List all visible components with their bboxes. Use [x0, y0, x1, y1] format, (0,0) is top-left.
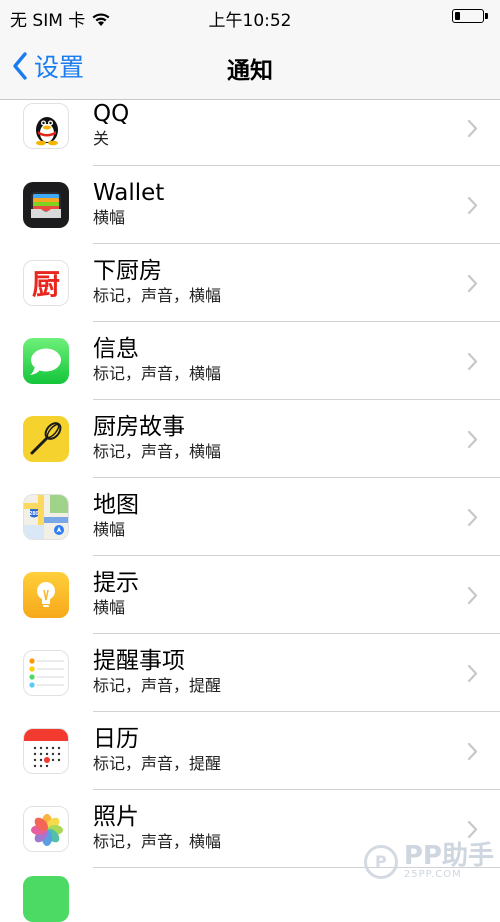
reminders-icon	[23, 650, 69, 696]
list-item-xiachufang[interactable]: 厨 下厨房 标记，声音，横幅	[0, 244, 500, 322]
notification-summary: 标记，声音，横幅	[93, 442, 222, 461]
wallet-icon	[23, 182, 69, 228]
app-name: 照片	[93, 804, 139, 830]
list-item-wallet[interactable]: Wallet 横幅	[0, 166, 500, 244]
watermark: P PP助手 25PP.COM	[363, 841, 494, 880]
notification-summary: 标记，声音，横幅	[93, 286, 222, 305]
status-time: 上午10:52	[208, 11, 292, 31]
chevron-right-icon	[467, 508, 478, 527]
notification-summary: 横幅	[93, 520, 126, 539]
list-item-messages[interactable]: 信息 标记，声音，横幅	[0, 322, 500, 400]
qq-icon	[23, 103, 69, 149]
battery-icon	[452, 9, 488, 23]
list-item-tips[interactable]: 提示 横幅	[0, 556, 500, 634]
messages-icon	[23, 338, 69, 384]
notification-summary: 标记，声音，提醒	[93, 676, 222, 695]
kitchen-stories-icon	[23, 416, 69, 462]
app-name: 提醒事项	[93, 648, 185, 674]
xiachufang-logo-glyph: 厨	[31, 268, 60, 301]
photos-icon	[23, 806, 69, 852]
chevron-right-icon	[467, 119, 478, 138]
app-name: 地图	[93, 492, 139, 518]
chevron-right-icon	[467, 820, 478, 839]
pp-logo-icon: P	[363, 844, 398, 879]
navigation-bar: 设置 通知	[0, 34, 500, 100]
notification-summary: 横幅	[93, 598, 126, 617]
notification-summary: 关	[93, 129, 110, 148]
chevron-right-icon	[467, 352, 478, 371]
notification-summary: 标记，声音，横幅	[93, 364, 222, 383]
chevron-right-icon	[467, 742, 478, 761]
chevron-right-icon	[467, 664, 478, 683]
app-name: Wallet	[93, 180, 165, 206]
chevron-right-icon	[467, 196, 478, 215]
list-item-reminders[interactable]: 提醒事项 标记，声音，提醒	[0, 634, 500, 712]
app-name: 下厨房	[93, 258, 162, 284]
notification-summary: 横幅	[93, 208, 126, 227]
chevron-right-icon	[467, 274, 478, 293]
app-icon-partial	[23, 876, 69, 922]
list-item-kitchen-stories[interactable]: 厨房故事 标记，声音，横幅	[0, 400, 500, 478]
status-bar: 无 SIM 卡 上午10:52	[0, 0, 500, 34]
app-name: 厨房故事	[93, 414, 185, 440]
notification-summary: 标记，声音，横幅	[93, 832, 222, 851]
app-name: QQ	[93, 101, 130, 127]
page-title: 通知	[227, 58, 273, 84]
app-name: 日历	[93, 726, 139, 752]
list-item-calendar[interactable]: 日历 标记，声音，提醒	[0, 712, 500, 790]
notification-summary: 标记，声音，提醒	[93, 754, 222, 773]
maps-route-glyph: 280	[29, 511, 38, 517]
chevron-right-icon	[467, 430, 478, 449]
calendar-icon	[23, 728, 69, 774]
xiachufang-icon: 厨	[23, 260, 69, 306]
app-notification-list: QQ 关 Wallet 横幅 厨 下厨房 标记，声音，横幅 信息 标记，声音，横…	[0, 100, 500, 922]
list-item-maps[interactable]: 280 地图 横幅	[0, 478, 500, 556]
app-name: 信息	[93, 336, 139, 362]
list-item-qq[interactable]: QQ 关	[0, 100, 500, 166]
app-name: 提示	[93, 570, 139, 596]
maps-icon: 280	[23, 494, 69, 540]
chevron-right-icon	[467, 586, 478, 605]
tips-icon	[23, 572, 69, 618]
watermark-text: PP助手	[403, 841, 494, 871]
